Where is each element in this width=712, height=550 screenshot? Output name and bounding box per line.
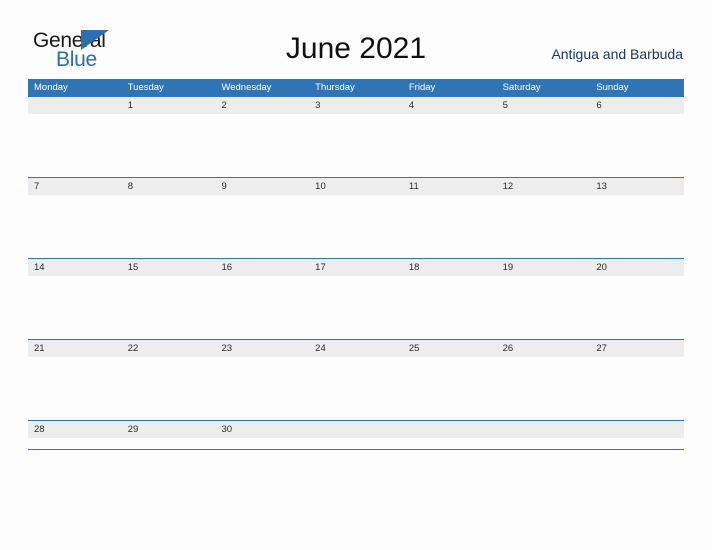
day-cell[interactable]: 30 xyxy=(215,421,309,438)
weekday-header-row: Monday Tuesday Wednesday Thursday Friday… xyxy=(28,79,684,96)
day-cell[interactable]: 28 xyxy=(28,421,122,438)
calendar-bottom-border xyxy=(28,449,684,450)
week-dates-strip: 21 22 23 24 25 26 27 xyxy=(28,340,684,357)
day-cell[interactable]: 23 xyxy=(215,340,309,357)
day-cell[interactable] xyxy=(28,97,122,114)
week-notes-area[interactable] xyxy=(28,195,684,258)
day-cell[interactable]: 8 xyxy=(122,178,216,195)
day-cell[interactable]: 24 xyxy=(309,340,403,357)
calendar-grid: Monday Tuesday Wednesday Thursday Friday… xyxy=(28,79,684,450)
calendar-week-row: 1 2 3 4 5 6 xyxy=(28,96,684,177)
week-notes-area[interactable] xyxy=(28,357,684,420)
day-cell[interactable]: 25 xyxy=(403,340,497,357)
week-dates-strip: 28 29 30 xyxy=(28,421,684,438)
weekday-header-monday: Monday xyxy=(34,82,68,93)
weekday-header-thursday: Thursday xyxy=(315,82,355,93)
weekday-header-wednesday: Wednesday xyxy=(221,82,272,93)
day-cell[interactable]: 29 xyxy=(122,421,216,438)
day-cell[interactable]: 15 xyxy=(122,259,216,276)
day-cell[interactable]: 13 xyxy=(590,178,684,195)
day-cell[interactable]: 16 xyxy=(215,259,309,276)
day-cell[interactable] xyxy=(497,421,591,438)
day-cell[interactable]: 2 xyxy=(215,97,309,114)
weekday-header-sunday: Sunday xyxy=(596,82,629,93)
day-cell[interactable] xyxy=(590,421,684,438)
day-cell[interactable]: 3 xyxy=(309,97,403,114)
day-cell[interactable]: 12 xyxy=(497,178,591,195)
day-cell[interactable]: 11 xyxy=(403,178,497,195)
day-cell[interactable]: 27 xyxy=(590,340,684,357)
calendar-week-row: 21 22 23 24 25 26 27 xyxy=(28,339,684,420)
week-notes-area[interactable] xyxy=(28,114,684,177)
weekday-header-friday: Friday xyxy=(408,82,436,93)
region-label: Antigua and Barbuda xyxy=(551,46,683,62)
weekday-header-tuesday: Tuesday xyxy=(127,82,164,93)
day-cell[interactable]: 7 xyxy=(28,178,122,195)
day-cell[interactable]: 17 xyxy=(309,259,403,276)
day-cell[interactable] xyxy=(309,421,403,438)
week-dates-strip: 14 15 16 17 18 19 20 xyxy=(28,259,684,276)
day-cell[interactable]: 19 xyxy=(497,259,591,276)
day-cell[interactable]: 20 xyxy=(590,259,684,276)
weekday-header-saturday: Saturday xyxy=(502,82,541,93)
calendar-week-row: 14 15 16 17 18 19 20 xyxy=(28,258,684,339)
day-cell[interactable]: 5 xyxy=(497,97,591,114)
day-cell[interactable]: 22 xyxy=(122,340,216,357)
day-cell[interactable] xyxy=(403,421,497,438)
day-cell[interactable]: 14 xyxy=(28,259,122,276)
day-cell[interactable]: 18 xyxy=(403,259,497,276)
calendar-week-row: 28 29 30 xyxy=(28,420,684,449)
day-cell[interactable]: 26 xyxy=(497,340,591,357)
day-cell[interactable]: 1 xyxy=(122,97,216,114)
day-cell[interactable]: 9 xyxy=(215,178,309,195)
week-dates-strip: 1 2 3 4 5 6 xyxy=(28,97,684,114)
day-cell[interactable]: 4 xyxy=(403,97,497,114)
calendar-page: General Blue June 2021 Antigua and Barbu… xyxy=(0,0,712,550)
day-cell[interactable]: 10 xyxy=(309,178,403,195)
week-notes-area[interactable] xyxy=(28,438,684,449)
week-notes-area[interactable] xyxy=(28,276,684,339)
calendar-week-row: 7 8 9 10 11 12 13 xyxy=(28,177,684,258)
day-cell[interactable]: 6 xyxy=(590,97,684,114)
week-dates-strip: 7 8 9 10 11 12 13 xyxy=(28,178,684,195)
page-header: General Blue June 2021 Antigua and Barbu… xyxy=(0,0,712,76)
day-cell[interactable]: 21 xyxy=(28,340,122,357)
